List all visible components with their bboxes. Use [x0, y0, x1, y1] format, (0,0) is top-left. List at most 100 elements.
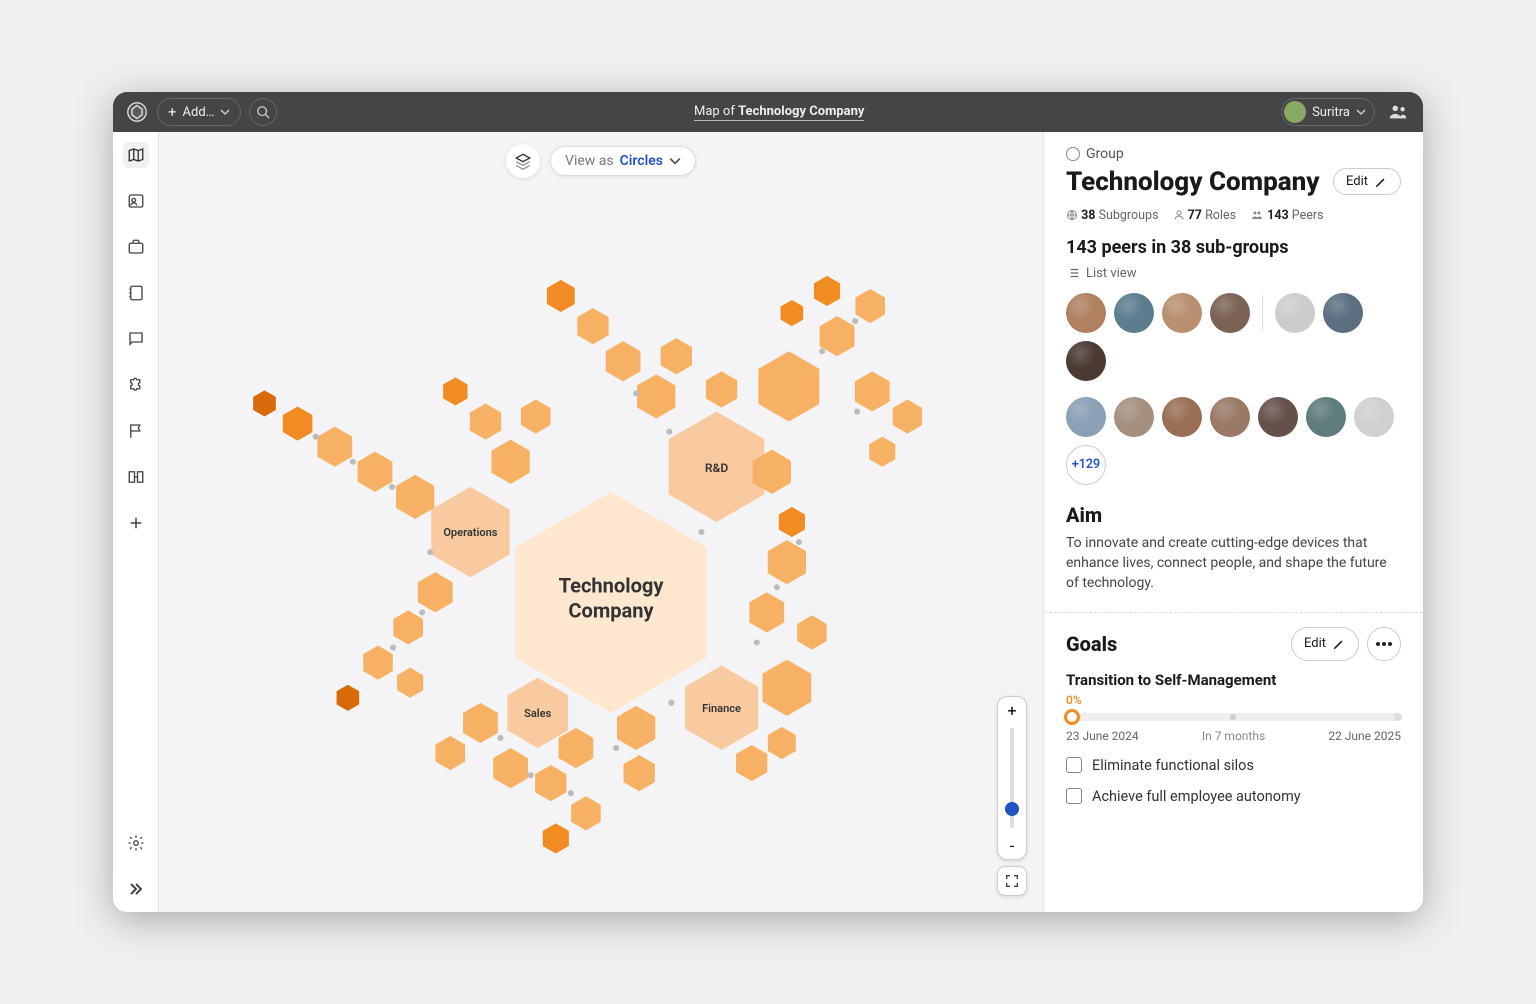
- hex-node[interactable]: [397, 668, 423, 698]
- peer-avatar[interactable]: [1323, 293, 1363, 333]
- sidebar-flag-icon[interactable]: [123, 418, 149, 444]
- hex-node[interactable]: [470, 403, 501, 439]
- hex-node[interactable]: [814, 276, 840, 306]
- hex-node[interactable]: [317, 427, 352, 467]
- peer-avatar[interactable]: [1162, 293, 1202, 333]
- aim-heading: Aim: [1066, 503, 1401, 527]
- hex-node[interactable]: [749, 592, 784, 632]
- hex-node[interactable]: [521, 399, 551, 433]
- checkbox-icon[interactable]: [1066, 757, 1082, 773]
- peer-avatar[interactable]: [1066, 293, 1106, 333]
- hex-node[interactable]: [820, 316, 855, 356]
- peer-avatar[interactable]: [1354, 397, 1394, 437]
- sidebar-collapse-icon[interactable]: [123, 876, 149, 902]
- zoom-thumb[interactable]: [1005, 802, 1019, 816]
- stat-roles: 77 Roles: [1173, 208, 1237, 223]
- hex-node[interactable]: [893, 399, 923, 433]
- fit-screen-button[interactable]: [997, 866, 1027, 896]
- search-button[interactable]: [249, 98, 277, 126]
- subgoal-item[interactable]: Eliminate functional silos: [1066, 757, 1401, 774]
- hex-node[interactable]: [706, 371, 737, 407]
- peer-avatar[interactable]: [1275, 293, 1315, 333]
- peer-avatar[interactable]: [1066, 397, 1106, 437]
- peer-avatar[interactable]: [1114, 293, 1154, 333]
- hex-node[interactable]: [558, 728, 593, 768]
- user-menu[interactable]: Suritra: [1281, 98, 1375, 126]
- hex-node[interactable]: [463, 703, 498, 743]
- hex-node[interactable]: [758, 351, 819, 421]
- sidebar-notebook-icon[interactable]: [123, 280, 149, 306]
- sidebar-contact-icon[interactable]: [123, 188, 149, 214]
- sidebar-library-icon[interactable]: [123, 464, 149, 490]
- map-canvas[interactable]: View as Circles Technology Company R&D: [159, 132, 1043, 912]
- hex-node[interactable]: [253, 390, 276, 416]
- edit-goals-button[interactable]: Edit: [1291, 627, 1359, 661]
- goals-more-button[interactable]: [1367, 627, 1401, 661]
- hex-node[interactable]: [396, 475, 434, 519]
- hex-node[interactable]: [543, 823, 569, 853]
- app-logo-icon[interactable]: [125, 100, 149, 124]
- map-title-link[interactable]: Map of Technology Company: [694, 104, 864, 121]
- dots-icon: [1376, 642, 1392, 646]
- hex-node[interactable]: [762, 660, 811, 716]
- hex-node[interactable]: [337, 685, 360, 711]
- hex-node[interactable]: [736, 745, 767, 781]
- sidebar-map-icon[interactable]: [123, 142, 149, 168]
- hex-node[interactable]: [617, 706, 655, 750]
- hex-node[interactable]: [781, 300, 804, 326]
- view-as-selector[interactable]: View as Circles: [550, 146, 696, 176]
- sidebar-add-icon[interactable]: [123, 510, 149, 536]
- checkbox-icon[interactable]: [1066, 788, 1082, 804]
- pencil-icon: [1332, 637, 1346, 651]
- add-button[interactable]: + Add…: [157, 98, 241, 126]
- hex-node[interactable]: [547, 280, 575, 312]
- hex-node[interactable]: [797, 615, 827, 649]
- zoom-in-button[interactable]: +: [998, 701, 1026, 724]
- hex-node[interactable]: [855, 289, 885, 323]
- hex-node[interactable]: [661, 338, 692, 374]
- hex-node[interactable]: [571, 796, 601, 830]
- hex-node[interactable]: [855, 371, 890, 411]
- hex-node[interactable]: [768, 727, 796, 759]
- peer-avatar[interactable]: [1306, 397, 1346, 437]
- sidebar-puzzle-icon[interactable]: [123, 372, 149, 398]
- people-button[interactable]: [1385, 99, 1411, 125]
- edit-group-button[interactable]: Edit: [1333, 168, 1401, 195]
- peer-avatar[interactable]: [1162, 397, 1202, 437]
- list-view-button[interactable]: List view: [1066, 266, 1401, 281]
- hex-node[interactable]: [363, 646, 393, 680]
- hex-node[interactable]: [358, 452, 393, 492]
- hex-node[interactable]: [493, 748, 528, 788]
- peer-avatar[interactable]: [1210, 293, 1250, 333]
- stat-peers: 143 Peers: [1250, 208, 1324, 223]
- sidebar-briefcase-icon[interactable]: [123, 234, 149, 260]
- hex-node[interactable]: [577, 308, 608, 344]
- user-name-label: Suritra: [1312, 105, 1350, 120]
- hex-node[interactable]: [869, 437, 895, 467]
- hex-node[interactable]: [606, 341, 641, 381]
- zoom-slider[interactable]: [1010, 728, 1014, 828]
- hex-node[interactable]: [283, 406, 313, 440]
- peer-avatar[interactable]: [1066, 341, 1106, 381]
- hex-node[interactable]: [768, 540, 806, 584]
- hex-node[interactable]: [637, 374, 675, 418]
- entity-type-row: Group: [1066, 146, 1401, 162]
- goal-progress-track[interactable]: [1066, 713, 1401, 721]
- layers-button[interactable]: [506, 144, 540, 178]
- peer-avatar[interactable]: [1210, 397, 1250, 437]
- hex-node[interactable]: [418, 572, 453, 612]
- subgoal-item[interactable]: Achieve full employee autonomy: [1066, 788, 1401, 805]
- more-peers-button[interactable]: +129: [1066, 445, 1106, 485]
- zoom-out-button[interactable]: -: [998, 836, 1026, 855]
- hex-node[interactable]: [436, 736, 466, 770]
- hex-node[interactable]: [779, 507, 805, 537]
- peer-avatar[interactable]: [1258, 397, 1298, 437]
- hex-node[interactable]: [624, 755, 655, 791]
- hex-node[interactable]: [491, 440, 529, 484]
- peer-avatar[interactable]: [1114, 397, 1154, 437]
- hex-node[interactable]: [443, 377, 467, 405]
- hex-node[interactable]: [393, 610, 423, 644]
- sidebar-chat-icon[interactable]: [123, 326, 149, 352]
- hex-node[interactable]: [535, 765, 566, 801]
- sidebar-settings-icon[interactable]: [123, 830, 149, 856]
